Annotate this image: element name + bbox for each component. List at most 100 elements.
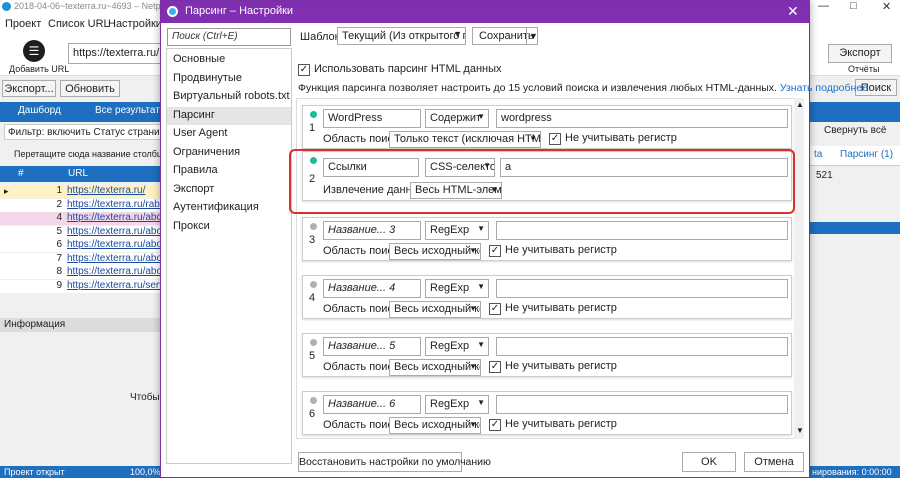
status-percent: 100,0% bbox=[130, 467, 161, 477]
condition-name-input[interactable]: Название... 6 bbox=[323, 395, 421, 414]
condition-type-select[interactable]: Содержит ▼ bbox=[425, 109, 489, 128]
description: Функция парсинга позволяет настроить до … bbox=[298, 82, 868, 94]
restore-defaults-button[interactable]: Восстановить настройки по умолчанию bbox=[298, 452, 491, 472]
nav-item-6[interactable]: Правила bbox=[167, 162, 291, 180]
nav-item-9[interactable]: Прокси bbox=[167, 218, 291, 236]
row-url[interactable]: https://texterra.ru/rabota bbox=[67, 199, 166, 210]
table-row[interactable]: 9 https://texterra.ru/service bbox=[0, 279, 166, 293]
nav-item-3[interactable]: Парсинг bbox=[167, 106, 291, 125]
condition-type-value: RegExp bbox=[430, 398, 470, 410]
ignore-case-checkbox[interactable]: ✓ bbox=[489, 419, 501, 431]
chevron-down-icon[interactable]: ▼ bbox=[526, 28, 538, 44]
search-area-value: Только текст (исключая HTML-теги) bbox=[394, 133, 541, 145]
search-area-select[interactable]: Только текст (исключая HTML-теги)▼ bbox=[389, 131, 541, 148]
row-url[interactable]: https://texterra.ru/ bbox=[67, 185, 145, 196]
condition-card: 1 WordPress Содержит ▼ wordpress Область поис… bbox=[302, 105, 792, 149]
row-number: 4 bbox=[56, 212, 62, 223]
save-template-button[interactable]: Сохранить ▼ bbox=[472, 27, 538, 45]
condition-value-input[interactable]: wordpress bbox=[496, 109, 788, 128]
condition-value-input[interactable] bbox=[496, 337, 788, 356]
table-row[interactable]: 8 https://texterra.ru/about/ bbox=[0, 266, 166, 279]
chevron-down-icon: ▼ bbox=[477, 398, 485, 407]
condition-name-input[interactable]: WordPress bbox=[323, 109, 421, 128]
status-left: Проект открыт bbox=[4, 467, 65, 477]
condition-type-select[interactable]: RegExp ▼ bbox=[425, 395, 489, 414]
condition-type-select[interactable]: RegExp ▼ bbox=[425, 337, 489, 356]
search-area-select[interactable]: Весь исходный код▼ bbox=[389, 243, 481, 260]
search-area-value: Весь исходный код bbox=[394, 361, 480, 373]
chevron-down-icon: ▼ bbox=[469, 420, 477, 429]
nav-item-2[interactable]: Виртуальный robots.txt bbox=[167, 88, 291, 106]
search-area-value: Весь исходный код bbox=[394, 303, 480, 315]
table-row[interactable]: 4 https://texterra.ru/about/ bbox=[0, 212, 166, 225]
table-row[interactable]: 5 https://texterra.ru/about/ bbox=[0, 225, 166, 239]
nav-item-5[interactable]: Ограничения bbox=[167, 144, 291, 162]
condition-card: 6 Название... 6 RegExp ▼ Область поиска: Весь… bbox=[302, 391, 792, 435]
ignore-case-label: Не учитывать регистр bbox=[505, 360, 617, 372]
chevron-down-icon: ▼ bbox=[469, 246, 477, 255]
ok-button[interactable]: OK bbox=[682, 452, 736, 472]
condition-card: 3 Название... 3 RegExp ▼ Область поиска: Весь… bbox=[302, 217, 792, 261]
nav-item-4[interactable]: User Agent bbox=[167, 125, 291, 143]
settings-search-input[interactable]: Поиск (Ctrl+E) bbox=[167, 28, 291, 46]
cancel-button[interactable]: Отмена bbox=[744, 452, 804, 472]
condition-number: 3 bbox=[309, 234, 316, 246]
row-url[interactable]: https://texterra.ru/about/ bbox=[67, 253, 166, 264]
scroll-up-icon[interactable]: ▲ bbox=[796, 100, 804, 109]
template-value: Текущий (Из открытого пр... bbox=[342, 30, 465, 42]
row-number: 9 bbox=[56, 279, 62, 291]
row-number: 7 bbox=[56, 252, 62, 264]
nav-item-1[interactable]: Продвинутые bbox=[167, 70, 291, 88]
nav-item-7[interactable]: Экспорт bbox=[167, 181, 291, 199]
chevron-down-icon: ▼ bbox=[477, 340, 485, 349]
status-dot-inactive-icon bbox=[310, 281, 317, 288]
table-row[interactable]: 1 https://texterra.ru/ bbox=[0, 185, 166, 198]
search-area-value: Весь исходный код bbox=[394, 419, 480, 431]
row-url[interactable]: https://texterra.ru/about/ bbox=[67, 266, 166, 277]
search-area-select[interactable]: Весь исходный код▼ bbox=[389, 359, 481, 376]
row-url[interactable]: https://texterra.ru/about/ bbox=[67, 239, 166, 250]
condition-number: 6 bbox=[309, 408, 316, 420]
ignore-case-checkbox[interactable]: ✓ bbox=[489, 303, 501, 315]
row-url[interactable]: https://texterra.ru/about/ bbox=[67, 212, 166, 223]
search-area-select[interactable]: Весь исходный код▼ bbox=[389, 417, 481, 434]
status-dot-inactive-icon bbox=[310, 397, 317, 404]
condition-name-input[interactable]: Название... 5 bbox=[323, 337, 421, 356]
nav-item-0[interactable]: Основные bbox=[167, 51, 291, 69]
dialog-close-icon[interactable]: ✕ bbox=[787, 3, 799, 20]
dialog-title-bar: Парсинг – Настройки bbox=[161, 1, 809, 23]
search-area-select[interactable]: Весь исходный код▼ bbox=[389, 301, 481, 318]
table-row[interactable]: 7 https://texterra.ru/about/ bbox=[0, 252, 166, 266]
ignore-case-checkbox[interactable]: ✓ bbox=[489, 361, 501, 373]
ignore-case-checkbox[interactable]: ✓ bbox=[489, 245, 501, 257]
template-select[interactable]: Текущий (Из открытого пр...▼ bbox=[337, 27, 466, 45]
condition-name-input[interactable]: Название... 3 bbox=[323, 221, 421, 240]
nav-item-8[interactable]: Аутентификация bbox=[167, 199, 291, 217]
chevron-down-icon: ▼ bbox=[477, 282, 485, 291]
chevron-down-icon: ▼ bbox=[477, 112, 485, 121]
condition-value-input[interactable] bbox=[496, 279, 788, 298]
table-row[interactable]: 6 https://texterra.ru/about/ bbox=[0, 239, 166, 252]
description-text: Функция парсинга позволяет настроить до … bbox=[298, 82, 777, 94]
chevron-down-icon: ▼ bbox=[477, 224, 485, 233]
status-dot-active-icon bbox=[310, 111, 317, 118]
use-parsing-checkbox[interactable]: ✓ bbox=[298, 64, 310, 76]
highlight-box bbox=[289, 149, 795, 214]
learn-more-link[interactable]: Узнать подробнее bbox=[780, 82, 868, 94]
condition-number: 1 bbox=[309, 122, 316, 134]
info-panel-header: Информация bbox=[0, 318, 166, 332]
scroll-down-icon[interactable]: ▼ bbox=[796, 426, 804, 435]
condition-type-value: RegExp bbox=[430, 282, 470, 294]
row-url[interactable]: https://texterra.ru/service bbox=[67, 280, 166, 291]
row-url[interactable]: https://texterra.ru/about/ bbox=[67, 226, 166, 237]
condition-name-input[interactable]: Название... 4 bbox=[323, 279, 421, 298]
condition-value-input[interactable] bbox=[496, 221, 788, 240]
condition-type-select[interactable]: RegExp ▼ bbox=[425, 221, 489, 240]
condition-type-select[interactable]: RegExp ▼ bbox=[425, 279, 489, 298]
table-row[interactable]: 2 https://texterra.ru/rabota bbox=[0, 198, 166, 212]
conditions-scrollbar[interactable]: ▲ ▼ bbox=[794, 98, 804, 439]
condition-card: 4 Название... 4 RegExp ▼ Область поиска: Весь… bbox=[302, 275, 792, 319]
condition-value-input[interactable] bbox=[496, 395, 788, 414]
condition-type-value: Содержит bbox=[430, 112, 482, 124]
ignore-case-checkbox[interactable]: ✓ bbox=[549, 133, 561, 145]
